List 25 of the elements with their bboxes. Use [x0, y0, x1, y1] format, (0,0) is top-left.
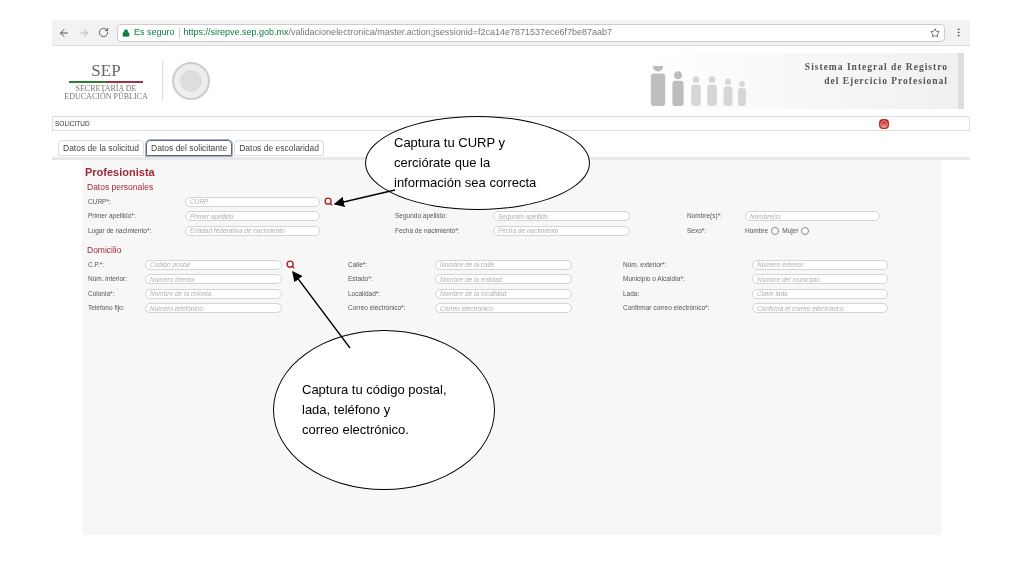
search-icon[interactable]	[286, 260, 295, 270]
system-title: Sistema Integral de Registro	[804, 60, 948, 74]
url-text: https://sirepve.sep.gob.mx/validacionelectronica/master.action;jsessionid=f2ca14e7871537ece6f7be87aab7	[183, 25, 613, 39]
radio-button[interactable]	[801, 226, 810, 235]
radio-button[interactable]	[771, 226, 780, 235]
search-icon[interactable]	[324, 197, 333, 206]
tab[interactable]: Datos del solicitante	[146, 140, 233, 156]
logo-text: SEP	[91, 61, 121, 79]
back-icon[interactable]	[58, 26, 70, 39]
tab[interactable]: Datos de la solicitud	[58, 140, 145, 156]
logo-subtitle: EDUCACIÓN PÚBLICA	[64, 92, 148, 101]
section-heading: Datos personales	[87, 180, 154, 194]
seal-icon	[171, 61, 211, 101]
section-heading: Domicilio	[87, 243, 122, 257]
form-title: Profesionista	[85, 165, 155, 180]
reload-icon[interactable]	[98, 27, 109, 38]
tab[interactable]: Datos de escolaridad	[234, 140, 324, 156]
address-bar[interactable]: Es seguro https://sirepve.sep.gob.mx/validacionelectronica/master.action;jsessionid=f2ca14e7871537ece6f7be87aab7	[117, 23, 945, 42]
bookmark-star-icon[interactable]	[930, 27, 940, 38]
lock-icon	[122, 28, 130, 37]
system-title: del Ejercicio Profesional	[824, 75, 948, 88]
secure-label: Es seguro	[134, 25, 175, 39]
logo-subtitle: SECRETARÍA DE	[75, 84, 137, 93]
arrow	[333, 189, 396, 207]
home-icon[interactable]	[879, 118, 889, 129]
